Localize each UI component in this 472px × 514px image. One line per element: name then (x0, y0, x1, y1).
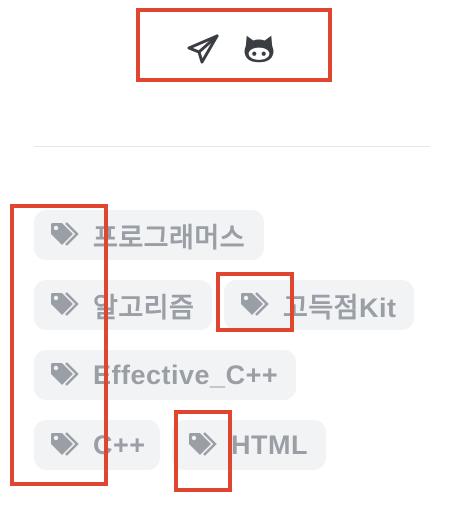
tag-programmers[interactable]: 프로그래머스 (34, 210, 264, 260)
tag-icon (49, 291, 83, 319)
paper-plane-icon (187, 34, 219, 64)
tag-html[interactable]: HTML (172, 420, 326, 470)
social-links (186, 32, 276, 66)
tag-label: 프로그래머스 (93, 222, 246, 253)
github-icon (244, 35, 274, 63)
tag-effective-cpp[interactable]: Effective_C++ (34, 350, 296, 400)
tag-icon (49, 361, 83, 389)
tag-cpp[interactable]: C++ (34, 420, 160, 470)
tag-icon (239, 291, 273, 319)
tag-gogodeukjeom-kit[interactable]: 고득점Kit (224, 280, 414, 330)
telegram-link[interactable] (186, 32, 220, 66)
tag-algorithm[interactable]: 알고리즘 (34, 280, 212, 330)
tag-icon (49, 431, 83, 459)
tag-label: C++ (93, 429, 146, 460)
github-link[interactable] (242, 32, 276, 66)
tag-label: 알고리즘 (93, 292, 195, 323)
divider (34, 146, 430, 147)
tag-icon (187, 431, 221, 459)
tag-label: Effective_C++ (93, 359, 279, 390)
tag-label: 고득점Kit (283, 292, 397, 323)
tag-label: HTML (231, 429, 308, 460)
tag-icon (49, 221, 83, 249)
